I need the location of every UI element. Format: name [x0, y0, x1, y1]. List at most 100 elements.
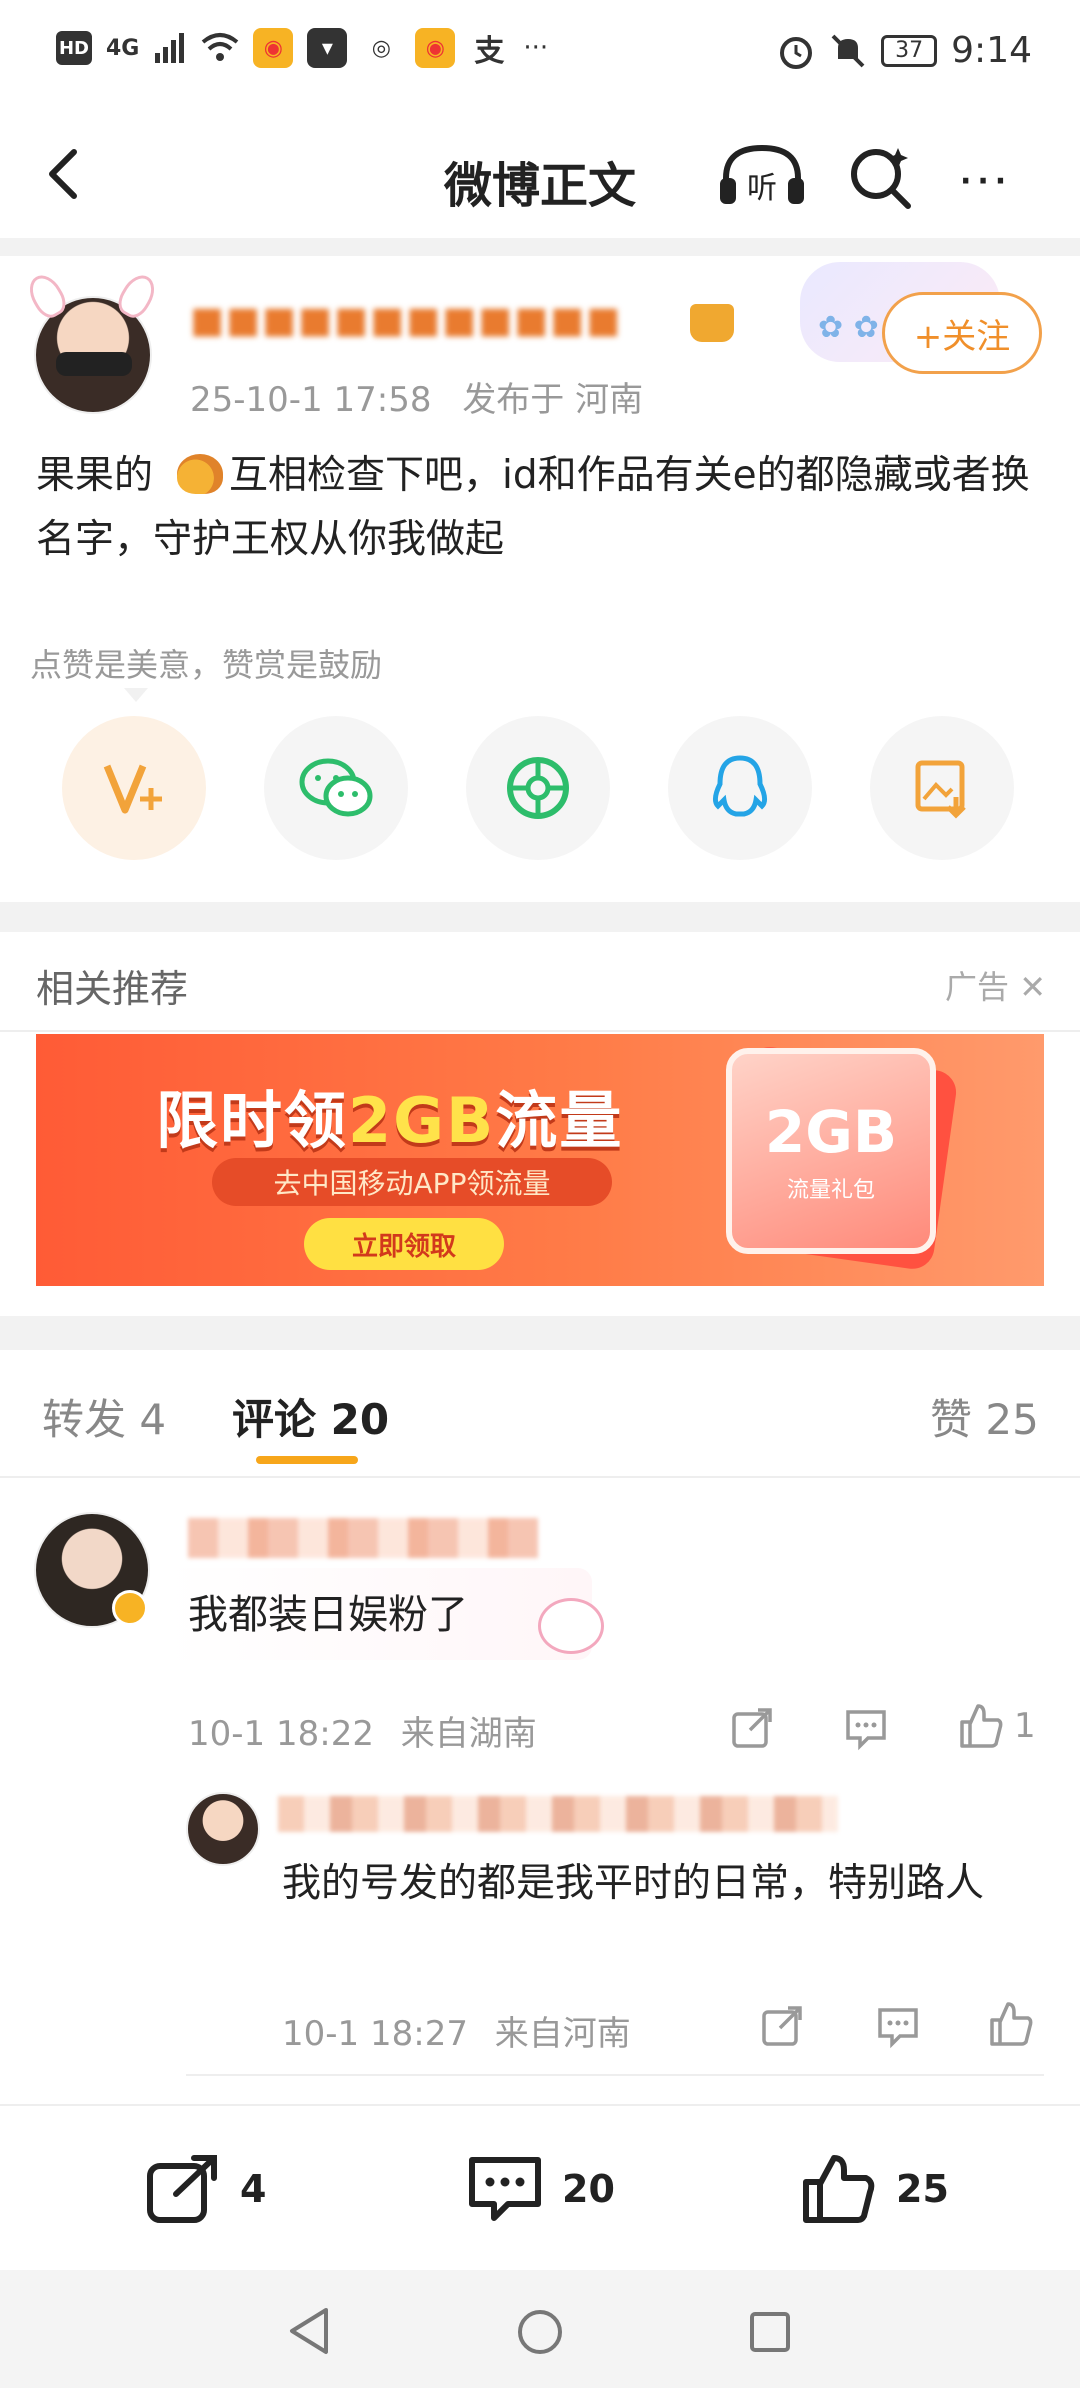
- save-image-icon: [915, 760, 966, 819]
- status-bar: HD 4G ◉ ▾ ◎ ◉ 支 ··· 37 9:14: [0, 0, 1080, 110]
- thumbs-up-icon: [960, 1704, 1003, 1748]
- share-wechat-button[interactable]: [264, 716, 408, 860]
- search-icon[interactable]: [846, 142, 916, 212]
- post-body: 果果的 互相检查下吧，id和作品有关e的都隐藏或者换名字，守护王权从你我做起: [36, 444, 1046, 572]
- repost-icon: [147, 2155, 217, 2223]
- comment-button[interactable]: 20: [466, 2154, 615, 2224]
- comment-like-button[interactable]: 1: [956, 1702, 1036, 1750]
- system-home-icon[interactable]: [516, 2308, 564, 2356]
- repost-button[interactable]: 4: [144, 2154, 266, 2224]
- page-title: 微博正文: [443, 158, 636, 214]
- tab-reposts-label: 转发: [42, 1395, 127, 1444]
- tab-reposts[interactable]: 转发 4: [42, 1386, 166, 1447]
- reply-like-icon[interactable]: [986, 2000, 1034, 2048]
- headphones-icon: 听: [720, 144, 804, 206]
- nav-bar: 微博正文 听 ···: [0, 110, 1080, 238]
- tab-likes-count: 25: [985, 1395, 1039, 1444]
- status-right-icons: 37 9:14: [777, 30, 1032, 71]
- banner-claim-button[interactable]: 立即领取: [304, 1218, 504, 1270]
- reward-v-icon: [103, 764, 162, 814]
- alipay-icon: 支: [474, 34, 505, 69]
- more-options-button[interactable]: ···: [960, 164, 1012, 199]
- app-notification-icon: ▾: [307, 28, 348, 68]
- banner-subtitle: 去中国移动APP领流量: [212, 1158, 612, 1206]
- network-label: 4G: [106, 35, 140, 61]
- hd-icon: HD: [56, 31, 92, 65]
- verified-badge-icon: [112, 1590, 148, 1626]
- ad-banner[interactable]: 限时领2GB流量 去中国移动APP领流量 立即领取 2GB 流量礼包: [36, 1034, 1044, 1286]
- reply-location: 来自河南: [494, 2014, 631, 2054]
- recommend-title: 相关推荐: [36, 967, 189, 1011]
- tab-likes[interactable]: 赞 25: [930, 1386, 1039, 1447]
- like-count: 25: [896, 2167, 949, 2211]
- weibo-notification-icon: ◉: [253, 28, 294, 68]
- save-image-button[interactable]: [870, 716, 1014, 860]
- listen-button[interactable]: 听: [716, 140, 808, 210]
- listen-label: 听: [747, 171, 777, 206]
- comment-like-count: 1: [1014, 1706, 1036, 1746]
- separator: [0, 1316, 1080, 1350]
- comment-text: 我都装日娱粉了: [188, 1592, 468, 1638]
- status-left-icons: HD 4G ◉ ▾ ◎ ◉ 支 ···: [56, 28, 549, 69]
- moments-icon: [507, 757, 569, 819]
- clock: 9:14: [951, 30, 1032, 71]
- battery-indicator: 37: [881, 34, 938, 67]
- ad-close-button[interactable]: 广告 ✕: [945, 962, 1046, 1008]
- weibo-outline-icon: ◎: [371, 35, 391, 61]
- reward-button[interactable]: [62, 716, 206, 860]
- gift-card-label: 流量礼包: [786, 1178, 875, 1203]
- divider: [186, 2074, 1044, 2076]
- signal-icon: [155, 33, 185, 63]
- mute-icon: [831, 34, 865, 67]
- comment-icon: [469, 2157, 541, 2221]
- comment-count: 20: [562, 2167, 615, 2211]
- repost-count: 4: [240, 2167, 267, 2211]
- fruit-emoji-icon: [177, 454, 224, 494]
- system-nav-bar: [0, 2270, 1080, 2388]
- tab-reposts-count: 4: [139, 1395, 167, 1444]
- post-meta: 25-10-1 17:58 发布于 河南: [190, 372, 663, 421]
- reward-tip: 点赞是美意，赞赏是鼓励: [30, 646, 383, 684]
- wifi-icon: [202, 33, 239, 61]
- reply-time: 10-1 18:27: [282, 2014, 468, 2054]
- more-notifications-icon: ···: [523, 33, 549, 63]
- reply-meta: 10-1 18:27 来自河南: [282, 2006, 647, 2055]
- post-text-prefix: 果果的: [36, 453, 154, 498]
- like-button[interactable]: 25: [800, 2154, 949, 2224]
- reply-author-name-blurred[interactable]: [278, 1796, 838, 1832]
- tab-likes-label: 赞: [930, 1395, 973, 1444]
- comment-meta: 10-1 18:22 来自湖南: [188, 1706, 553, 1755]
- reply-reply-icon[interactable]: [874, 2002, 922, 2050]
- tip-pointer: [124, 688, 148, 702]
- vip-crown-icon: [690, 304, 734, 342]
- system-back-icon[interactable]: [286, 2306, 332, 2356]
- tab-comments[interactable]: 评论 20: [232, 1386, 389, 1447]
- wechat-icon: [299, 758, 373, 817]
- comment-share-icon[interactable]: [728, 1704, 776, 1752]
- separator: [0, 902, 1080, 932]
- hello-kitty-sticker-icon: [538, 1598, 604, 1654]
- commenter-name-blurred[interactable]: [188, 1518, 538, 1558]
- close-icon: ✕: [1019, 968, 1046, 1006]
- author-name-blurred[interactable]: ■■■■■■■■■■■■: [190, 300, 622, 341]
- comment-reply-icon[interactable]: [842, 1704, 890, 1752]
- like-icon: [803, 2155, 875, 2223]
- active-tab-indicator: [256, 1456, 358, 1464]
- interaction-tabs: 转发 4 评论 20 赞 25: [0, 1350, 1080, 1478]
- share-qq-button[interactable]: [668, 716, 812, 860]
- weibo-notification-icon-2: ◉: [415, 28, 456, 68]
- reply-share-icon[interactable]: [758, 2002, 806, 2050]
- comment-time: 10-1 18:22: [188, 1714, 374, 1754]
- banner-title: 限时领2GB流量: [156, 1070, 623, 1160]
- share-moments-button[interactable]: [466, 716, 610, 860]
- reply-avatar[interactable]: [186, 1792, 260, 1866]
- reply-text: 我的号发的都是我平时的日常，特别路人: [282, 1861, 985, 1906]
- comment-location: 来自湖南: [400, 1714, 537, 1754]
- alarm-icon: [780, 36, 813, 69]
- banner-title-part1: 限时领: [156, 1084, 349, 1157]
- post-location: 发布于 河南: [462, 380, 644, 420]
- follow-button[interactable]: +关注: [882, 292, 1042, 374]
- system-recents-icon[interactable]: [748, 2310, 792, 2354]
- ad-label: 广告: [945, 968, 1010, 1006]
- tab-comments-count: 20: [330, 1395, 390, 1444]
